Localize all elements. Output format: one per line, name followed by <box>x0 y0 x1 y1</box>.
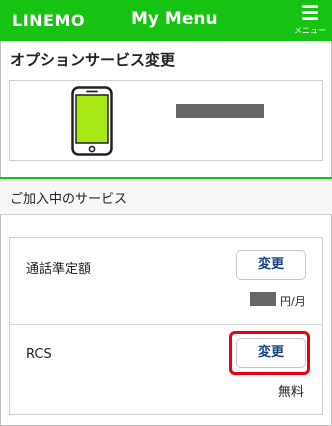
app-header: LINEMO My Menu メニュー <box>0 0 332 41</box>
smartphone-icon <box>71 86 113 156</box>
menu-label: メニュー <box>294 26 326 35</box>
menu-button[interactable]: メニュー <box>291 4 329 38</box>
subscribed-section-header: ご加入中のサービス <box>0 179 332 215</box>
linemo-logo[interactable]: LINEMO <box>12 11 85 30</box>
hamburger-menu-icon <box>302 5 318 23</box>
highlight-box <box>229 331 310 375</box>
device-card <box>9 80 323 161</box>
change-call-plan-button[interactable]: 変更 <box>236 250 306 280</box>
masked-phone-number <box>176 104 264 118</box>
row-divider <box>10 324 322 325</box>
subscribed-services-card: 通話準定額 変更 円/月 RCS 変更 無料 <box>9 237 323 415</box>
subscribed-section-title: ご加入中のサービス <box>10 192 128 207</box>
rcs-fee: 無料 <box>278 385 305 400</box>
masked-fee-amount <box>250 292 276 306</box>
fee-unit: 円/月 <box>280 295 306 308</box>
service-label-call: 通話準定額 <box>26 262 92 277</box>
option-section-title: オプションサービス変更 <box>10 51 176 69</box>
service-label-rcs: RCS <box>26 347 52 362</box>
page-title: My Menu <box>131 9 218 29</box>
